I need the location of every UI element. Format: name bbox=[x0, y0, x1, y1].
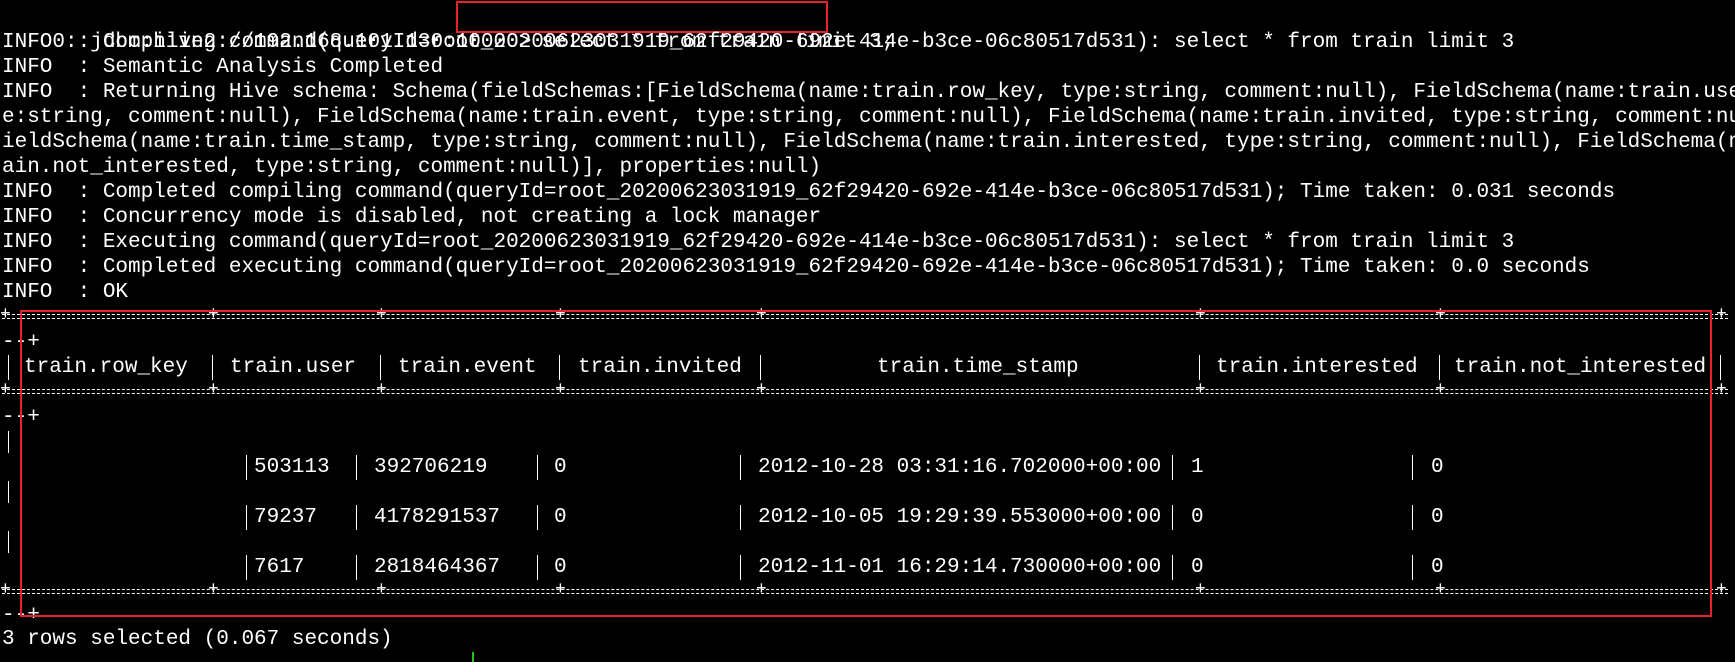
rows-selected-status: 3 rows selected (0.067 seconds) bbox=[2, 628, 393, 651]
command-highlight-box bbox=[456, 1, 828, 33]
cursor bbox=[472, 652, 474, 662]
log-line: INFO : Completed executing command(query… bbox=[2, 256, 1590, 279]
log-line: ain.not_interested, type:string, comment… bbox=[2, 156, 822, 179]
column-separator bbox=[8, 355, 9, 380]
log-line: INFO : Semantic Analysis Completed bbox=[2, 56, 444, 79]
log-line: e:string, comment:null), FieldSchema(nam… bbox=[2, 106, 1735, 129]
terminal-window[interactable]: 0: jdbc:hive2://192.168.101.130:10000> se… bbox=[0, 1, 1735, 662]
row-wrap-marker bbox=[8, 531, 9, 553]
log-line: ieldSchema(name:train.time_stamp, type:s… bbox=[2, 131, 1735, 154]
column-separator bbox=[1720, 355, 1721, 380]
log-line: INFO : Returning Hive schema: Schema(fie… bbox=[2, 81, 1735, 104]
log-line: INFO : OK bbox=[2, 281, 129, 304]
result-highlight-box bbox=[20, 310, 1712, 617]
log-line: INFO : Concurrency mode is disabled, not… bbox=[2, 206, 822, 229]
log-line: INFO : Completed compiling command(query… bbox=[2, 181, 1616, 204]
log-line: INFO : Executing command(queryId=root_20… bbox=[2, 231, 1515, 254]
log-line: INFO : Compiling command(queryId=root_20… bbox=[2, 31, 1515, 54]
row-wrap-marker bbox=[8, 481, 9, 503]
row-wrap-marker bbox=[8, 431, 9, 453]
